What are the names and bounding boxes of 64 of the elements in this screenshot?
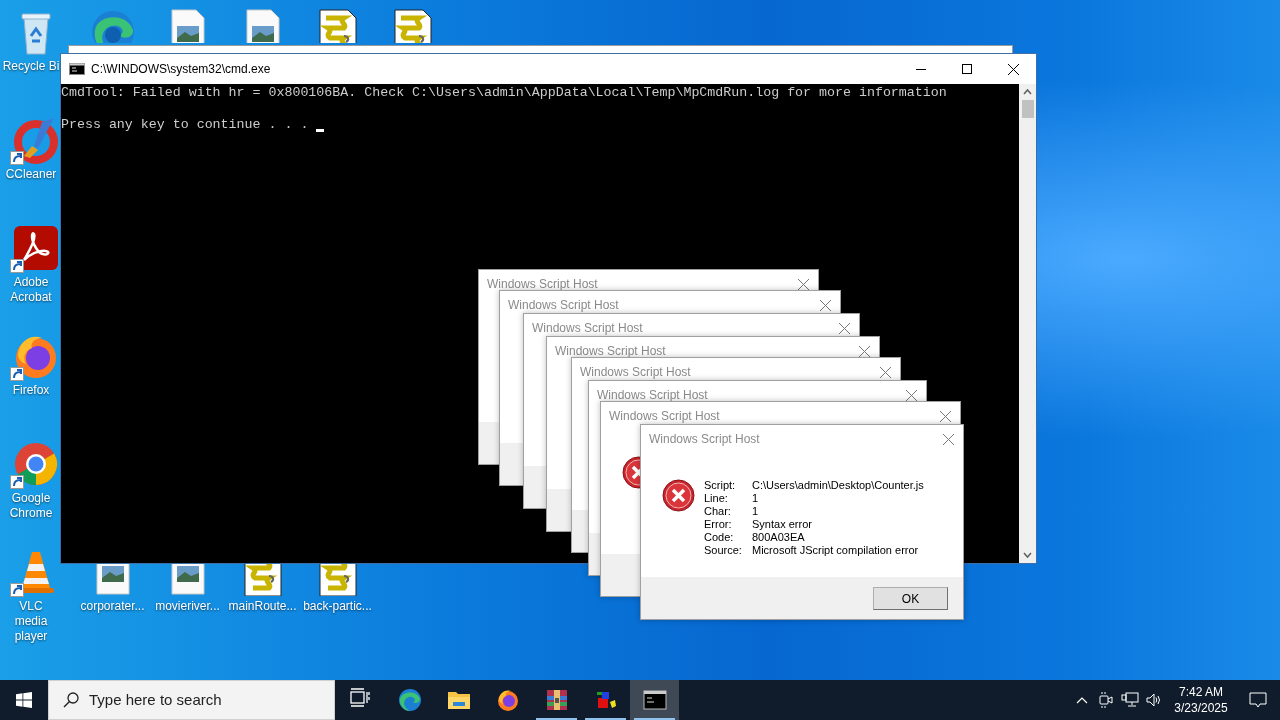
field-label: Char: (704, 505, 732, 518)
close-button[interactable] (857, 344, 871, 358)
taskbar-button[interactable] (630, 680, 679, 720)
field-value: 1 (752, 492, 760, 505)
close-button[interactable] (878, 365, 892, 379)
field-label: Source: (704, 544, 743, 557)
browser-icon (397, 688, 422, 712)
search-field[interactable]: Type here to search (48, 680, 335, 720)
close-icon (879, 366, 891, 378)
dialog-title: Windows Script Host (508, 297, 619, 314)
field-value: 800A03EA (752, 531, 806, 544)
error-icon (662, 479, 695, 512)
dialog-title: Windows Script Host (580, 364, 691, 381)
close-button[interactable] (818, 298, 832, 312)
terminal-icon (69, 63, 85, 75)
clock[interactable]: 7:42 AM 3/23/2025 (1166, 680, 1236, 720)
field-label: Code: (704, 531, 735, 544)
close-button[interactable] (837, 321, 851, 335)
field-value: C:\Users\admin\Desktop\Counter.js (752, 479, 924, 492)
close-icon (797, 278, 809, 290)
field-label: Error: (704, 518, 733, 531)
search-icon (63, 692, 79, 708)
field-value: 1 (752, 505, 760, 518)
notification-icon (1249, 691, 1267, 709)
browser-icon (495, 688, 520, 712)
close-button[interactable] (941, 432, 955, 446)
chevron-up-icon (1076, 696, 1088, 704)
ok-button[interactable]: OK (873, 587, 948, 610)
console-line: CmdTool: Failed with hr = 0x800106BA. Check C:\Users\admin\AppData\Local\Temp\MpCmdRun.log for more information (61, 85, 947, 101)
terminal-icon (642, 688, 667, 712)
close-button[interactable] (796, 277, 810, 291)
close-icon (942, 433, 954, 445)
dialog-title: Windows Script Host (532, 320, 643, 337)
dialog-title: Windows Script Host (597, 387, 708, 404)
browser-icon (12, 440, 60, 488)
close-icon (838, 322, 850, 334)
scroll-thumb[interactable] (1021, 100, 1034, 118)
close-icon (858, 345, 870, 357)
search-input[interactable]: Type here to search (89, 688, 319, 712)
maximize-icon (962, 64, 972, 74)
dialog-title: Windows Script Host (649, 431, 760, 448)
close-icon (819, 299, 831, 311)
speaker-icon (1146, 693, 1162, 707)
field-value: Microsoft JScript compilation error (752, 544, 920, 557)
camera-icon (1099, 692, 1113, 708)
field-label: Line: (704, 492, 729, 505)
cleaner-icon (12, 116, 60, 164)
windows-logo-icon (16, 692, 32, 708)
window-title: C:\WINDOWS\system32\cmd.exe (91, 61, 271, 78)
pdf-icon (12, 224, 60, 272)
dialog-title: Windows Script Host (555, 343, 666, 360)
network-icon (1121, 692, 1139, 708)
field-label: Script: (704, 479, 737, 492)
close-button[interactable] (904, 388, 918, 402)
close-icon (939, 410, 951, 422)
minimize-icon (916, 68, 926, 70)
field-value: Syntax error (752, 518, 813, 531)
dialog-title: Windows Script Host (487, 276, 598, 293)
archive-icon (544, 688, 569, 712)
close-button[interactable] (938, 409, 952, 423)
close-icon (1007, 63, 1019, 75)
close-icon (905, 389, 917, 401)
dialog-title: Windows Script Host (609, 408, 720, 425)
console-line: Press any key to continue . . . (61, 117, 310, 133)
